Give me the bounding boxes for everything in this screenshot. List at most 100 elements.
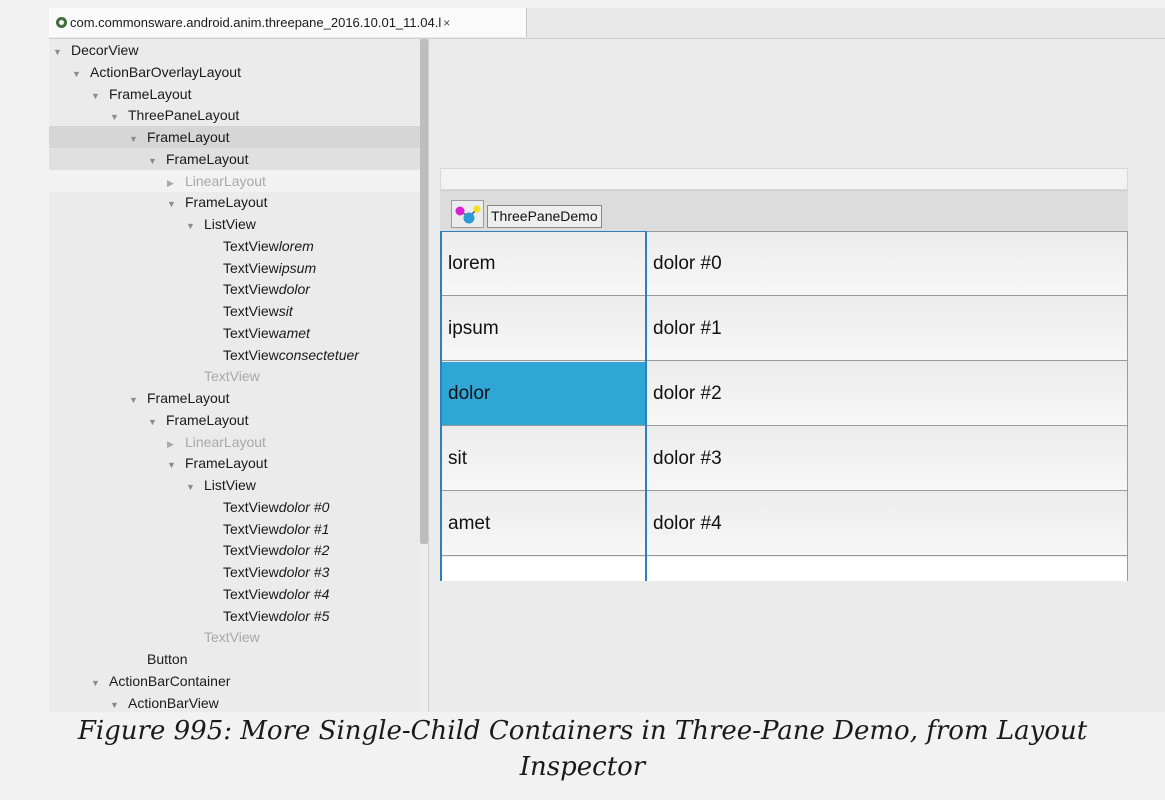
tree-row[interactable]: ▼TextViewipsum (49, 257, 428, 279)
tab-capture-file[interactable]: com.commonsware.android.anim.threepane_2… (49, 8, 527, 37)
expand-arrow-icon[interactable]: ▶ (167, 172, 185, 194)
left-list-item[interactable]: sit (442, 427, 645, 491)
device-preview: ThreePaneDemo lorem ipsum dolor sit amet dol… (429, 39, 1165, 712)
tree-row[interactable]: ▼ ActionBarOverlayLayout (49, 61, 428, 83)
tree-row-label: FrameLayout (147, 390, 230, 406)
tree-row-label: TextView (223, 324, 279, 341)
tree-row[interactable]: ▼ FrameLayout (49, 126, 428, 148)
left-list-item[interactable]: amet (442, 492, 645, 556)
tree-row[interactable]: ▶ LinearLayout (49, 169, 428, 194)
left-list-item[interactable]: dolor (442, 362, 645, 426)
collapse-arrow-icon[interactable]: ▼ (72, 63, 90, 85)
collapse-arrow-icon[interactable]: ▼ (148, 150, 166, 172)
tree-row[interactable]: ▼TextViewamet (49, 322, 428, 344)
action-bar: ThreePaneDemo (440, 190, 1128, 232)
tree-row[interactable]: ▼TextViewdolor #2 (49, 539, 428, 561)
status-bar (440, 168, 1128, 190)
tree-row[interactable]: ▼TextViewconsectetuer (49, 344, 428, 366)
tree-row[interactable]: ▼ ActionBarView (49, 692, 428, 713)
collapse-arrow-icon[interactable]: ▼ (186, 215, 204, 237)
tree-row-label: TextView (223, 542, 279, 559)
view-hierarchy-tree[interactable]: ▼ DecorView ▼ ActionBarOverlayLayout ▼ FrameL… (49, 39, 428, 712)
collapse-arrow-icon[interactable]: ▼ (110, 694, 128, 713)
left-list-item[interactable]: lorem (442, 232, 645, 296)
tree-row-text-value: dolor #2 (278, 542, 330, 559)
tree-row-label: ListView (204, 477, 256, 493)
tree-row[interactable]: ▼TextViewdolor #1 (49, 518, 428, 540)
tree-row-label: TextView (223, 259, 279, 276)
middle-list-item[interactable]: dolor #0 (647, 232, 1127, 296)
tree-row-text-value: amet (278, 324, 310, 341)
tree-row-label: Button (147, 651, 188, 667)
tree-row-label: ActionBarOverlayLayout (90, 63, 241, 80)
tree-row[interactable]: ▼TextViewsit (49, 300, 428, 322)
collapse-arrow-icon[interactable]: ▼ (167, 193, 185, 215)
collapse-arrow-icon[interactable]: ▼ (148, 411, 166, 433)
tree-row-text-value: lorem (278, 237, 314, 254)
tree-row-label: ActionBarContainer (109, 672, 231, 689)
collapse-arrow-icon[interactable]: ▼ (110, 106, 128, 128)
middle-list-item[interactable]: dolor #4 (647, 492, 1127, 556)
tree-row-text-value: dolor #5 (278, 607, 330, 624)
tree-row[interactable]: ▼ ListView (49, 474, 428, 496)
tree-row[interactable]: ▼ FrameLayout (49, 387, 428, 409)
middle-list-item[interactable]: dolor #3 (647, 427, 1127, 491)
tree-row[interactable]: ▼TextViewlorem (49, 235, 428, 257)
collapse-arrow-icon[interactable]: ▼ (167, 454, 185, 476)
collapse-arrow-icon[interactable]: ▼ (91, 672, 109, 694)
collapse-arrow-icon[interactable]: ▼ (53, 41, 71, 63)
left-list-item[interactable]: ipsum (442, 297, 645, 361)
scrollbar-thumb[interactable] (420, 39, 428, 544)
middle-list-pane[interactable]: dolor #0 dolor #1 dolor #2 dolor #3 dolor #4 (647, 231, 1128, 581)
tree-row[interactable]: ▼TextView (49, 365, 428, 387)
tree-row-label: TextView (223, 346, 279, 363)
tree-row[interactable]: ▼Button (49, 648, 428, 670)
tree-row[interactable]: ▼ FrameLayout (49, 191, 428, 213)
app-title: ThreePaneDemo (487, 205, 602, 228)
tree-row-text-value: dolor #1 (278, 520, 330, 537)
tree-row[interactable]: ▼ FrameLayout (49, 452, 428, 474)
tree-row-label: TextView (223, 607, 279, 624)
middle-list-item[interactable]: dolor #2 (647, 362, 1127, 426)
tree-row-label: FrameLayout (185, 455, 268, 472)
tree-row[interactable]: ▼ ListView (49, 213, 428, 235)
tree-row[interactable]: ▼ ThreePaneLayout (49, 104, 428, 126)
tab-title: com.commonsware.android.anim.threepane_2… (70, 15, 442, 30)
tree-row[interactable]: ▼ ActionBarContainer (49, 670, 428, 692)
tree-row-label: ThreePaneLayout (128, 107, 240, 124)
collapse-arrow-icon[interactable]: ▼ (91, 85, 109, 107)
tree-row-label: TextView (223, 281, 279, 298)
tree-row-label: TextView (223, 237, 279, 254)
tree-row[interactable]: ▼TextViewdolor #5 (49, 605, 428, 627)
tree-row-label: TextView (204, 629, 260, 646)
tree-row-label: TextView (223, 520, 279, 537)
tree-scrollbar[interactable] (420, 39, 428, 712)
collapse-arrow-icon[interactable]: ▼ (186, 476, 204, 498)
close-icon[interactable]: × (443, 16, 450, 30)
tree-row[interactable]: ▼TextViewdolor #0 (49, 496, 428, 518)
android-capture-icon (56, 17, 67, 28)
tree-row[interactable]: ▼TextViewdolor #4 (49, 583, 428, 605)
collapse-arrow-icon[interactable]: ▼ (129, 389, 147, 411)
tree-row[interactable]: ▼ DecorView (49, 39, 428, 61)
tree-row-label: FrameLayout (166, 150, 249, 167)
caption-line-2: Inspector (519, 752, 646, 782)
app-icon[interactable] (451, 200, 484, 228)
middle-list-item[interactable]: dolor #1 (647, 297, 1127, 361)
tree-row-label: DecorView (71, 42, 139, 58)
tree-row-label: FrameLayout (166, 411, 249, 428)
tree-row[interactable]: ▼TextViewdolor #3 (49, 561, 428, 583)
tree-row[interactable]: ▼ FrameLayout (49, 83, 428, 105)
collapse-arrow-icon[interactable]: ▼ (129, 128, 147, 150)
tree-row[interactable]: ▼TextView (49, 626, 428, 648)
expand-arrow-icon[interactable]: ▶ (167, 433, 185, 455)
tree-row[interactable]: ▶ LinearLayout (49, 431, 428, 453)
tree-row[interactable]: ▼ FrameLayout (49, 147, 428, 172)
tree-row-label: ActionBarView (128, 694, 219, 711)
tree-row[interactable]: ▼ FrameLayout (49, 409, 428, 431)
tree-row[interactable]: ▼TextViewdolor (49, 278, 428, 300)
figure-caption: Figure 995: More Single-Child Containers… (0, 713, 1165, 785)
tree-row-text-value: ipsum (278, 259, 317, 276)
tree-row-text-value: dolor (278, 281, 310, 298)
left-list-pane[interactable]: lorem ipsum dolor sit amet (440, 231, 647, 581)
